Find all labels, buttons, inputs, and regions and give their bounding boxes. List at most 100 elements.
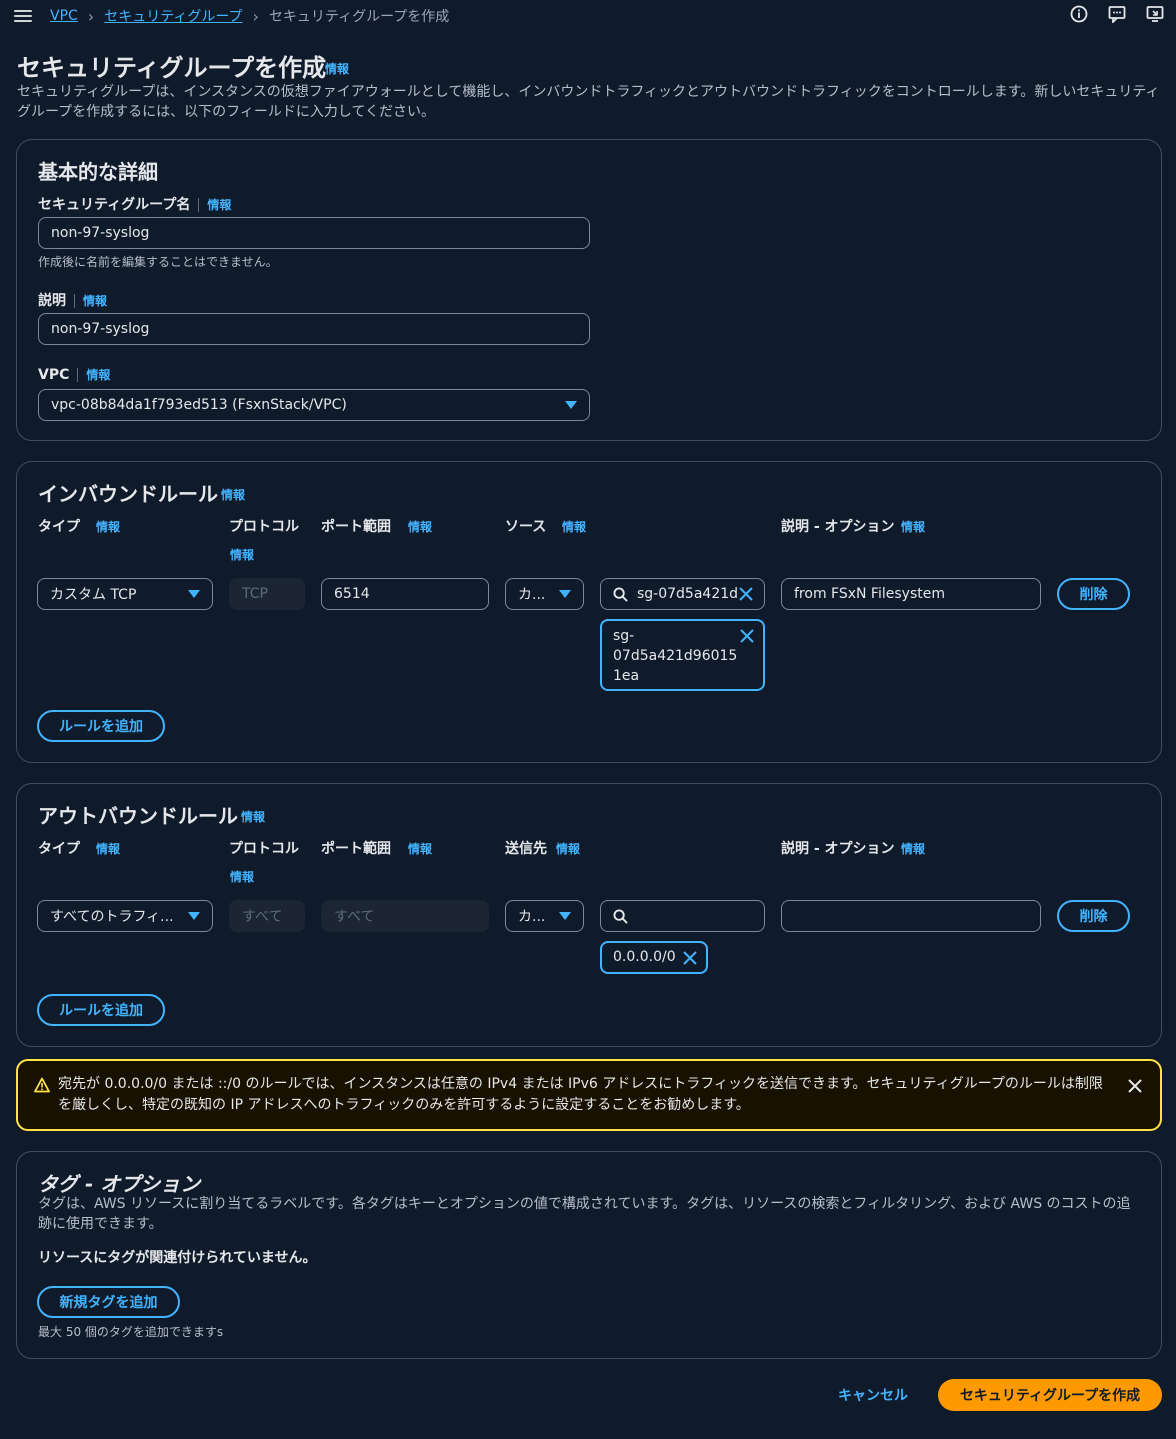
inbound-description-input[interactable]: from FSxN Filesystem bbox=[781, 578, 1041, 610]
search-icon bbox=[613, 909, 628, 924]
vpc-label: VPC 情報 bbox=[38, 366, 110, 383]
vpc-select-value: vpc-08b84da1f793ed513 (FsxnStack/VPC) bbox=[51, 397, 347, 413]
feedback-icon[interactable] bbox=[1108, 5, 1126, 23]
remove-token-icon[interactable] bbox=[740, 629, 754, 643]
description-info-link[interactable]: 情報 bbox=[83, 294, 107, 308]
search-icon bbox=[613, 587, 628, 602]
outbound-port-info-link[interactable]: 情報 bbox=[408, 840, 432, 857]
inbound-source-type-select[interactable]: カ... bbox=[505, 578, 584, 610]
inbound-col-description: 説明 - オプション bbox=[781, 519, 895, 535]
inbound-port-input[interactable]: 6514 bbox=[321, 578, 489, 610]
chevron-right-icon: › bbox=[87, 6, 95, 26]
inbound-info-link[interactable]: 情報 bbox=[221, 486, 245, 503]
outbound-title: アウトバウンドルール bbox=[38, 804, 238, 828]
outbound-dest-info-link[interactable]: 情報 bbox=[556, 840, 580, 857]
outbound-rules-panel: アウトバウンドルール 情報 タイプ 情報 プロトコル 情報 ポート範囲 情報 送… bbox=[16, 783, 1162, 1047]
outbound-col-protocol: プロトコル bbox=[229, 841, 299, 857]
inbound-type-select[interactable]: カスタム TCP bbox=[37, 578, 213, 610]
caret-down-icon bbox=[188, 590, 200, 598]
sg-name-input[interactable]: non-97-syslog bbox=[38, 217, 590, 249]
outbound-dest-type-select[interactable]: カ... bbox=[505, 900, 584, 932]
breadcrumb-security-groups[interactable]: セキュリティグループ bbox=[104, 6, 242, 26]
caret-down-icon bbox=[188, 912, 200, 920]
outbound-protocol-field: すべて bbox=[229, 900, 305, 932]
warning-alert: 宛先が 0.0.0.0/0 または ::/0 のルールでは、インスタンスは任意の… bbox=[16, 1059, 1162, 1131]
vpc-label-text: VPC bbox=[38, 367, 70, 383]
outbound-type-select[interactable]: すべてのトラフィ... bbox=[37, 900, 213, 932]
sg-name-label-text: セキュリティグループ名 bbox=[38, 197, 191, 213]
breadcrumb-vpc[interactable]: VPC bbox=[50, 8, 78, 24]
create-security-group-button[interactable]: セキュリティグループを作成 bbox=[938, 1379, 1162, 1411]
page-description: セキュリティグループは、インスタンスの仮想ファイアウォールとして機能し、インバウ… bbox=[17, 84, 1160, 120]
breadcrumb-current: セキュリティグループを作成 bbox=[268, 9, 450, 25]
tags-description: タグは、AWS リソースに割り当てるラベルです。各タグはキーとオプションの値で構… bbox=[38, 1196, 1131, 1232]
sg-name-info-link[interactable]: 情報 bbox=[207, 198, 231, 212]
outbound-dest-type-value: カ... bbox=[518, 909, 546, 925]
inbound-source-token: sg- 07d5a421d96015 1ea bbox=[600, 619, 765, 691]
page-title: セキュリティグループを作成 bbox=[17, 54, 327, 82]
outbound-delete-button[interactable]: 削除 bbox=[1057, 900, 1130, 932]
inbound-source-info-link[interactable]: 情報 bbox=[562, 518, 586, 535]
info-icon[interactable] bbox=[1070, 5, 1088, 23]
inbound-protocol-info-link[interactable]: 情報 bbox=[230, 546, 254, 563]
caret-down-icon bbox=[565, 401, 577, 409]
outbound-type-info-link[interactable]: 情報 bbox=[96, 840, 120, 857]
outbound-type-value: すべてのトラフィ... bbox=[50, 909, 174, 925]
inbound-source-search[interactable]: sg-07d5a421d bbox=[600, 578, 765, 610]
inbound-source-token-value: sg- 07d5a421d96015 1ea bbox=[613, 628, 738, 684]
remove-token-icon[interactable] bbox=[683, 951, 697, 965]
tags-title: タグ - オプション bbox=[38, 1172, 201, 1196]
caret-down-icon bbox=[559, 590, 571, 598]
outbound-dest-token-value: 0.0.0.0/0 bbox=[613, 949, 676, 965]
menu-icon[interactable] bbox=[14, 7, 32, 25]
fullscreen-icon[interactable] bbox=[1146, 5, 1164, 23]
description-label-text: 説明 bbox=[38, 293, 66, 309]
inbound-add-rule-button[interactable]: ルールを追加 bbox=[37, 710, 165, 742]
inbound-col-type: タイプ bbox=[38, 519, 80, 535]
vpc-info-link[interactable]: 情報 bbox=[86, 368, 110, 382]
clear-icon[interactable] bbox=[739, 587, 753, 601]
inbound-col-source: ソース bbox=[505, 519, 547, 535]
cancel-button[interactable]: キャンセル bbox=[838, 1385, 908, 1405]
inbound-desc-info-link[interactable]: 情報 bbox=[901, 518, 925, 535]
inbound-port-info-link[interactable]: 情報 bbox=[408, 518, 432, 535]
tags-panel: タグ - オプション タグは、AWS リソースに割り当てるラベルです。各タグはキ… bbox=[16, 1151, 1162, 1359]
inbound-source-type-value: カ... bbox=[518, 587, 546, 603]
sg-name-label: セキュリティグループ名 情報 bbox=[38, 194, 231, 214]
outbound-protocol-info-link[interactable]: 情報 bbox=[230, 868, 254, 885]
tags-limit-text: 最大 50 個のタグを追加できますs bbox=[38, 1325, 224, 1339]
description-input[interactable]: non-97-syslog bbox=[38, 313, 590, 345]
inbound-rules-panel: インバウンドルール 情報 タイプ 情報 プロトコル 情報 ポート範囲 情報 ソー… bbox=[16, 461, 1162, 763]
inbound-title: インバウンドルール bbox=[38, 482, 218, 506]
inbound-delete-button[interactable]: 削除 bbox=[1057, 578, 1130, 610]
inbound-col-port: ポート範囲 bbox=[321, 519, 391, 535]
outbound-add-rule-button[interactable]: ルールを追加 bbox=[37, 994, 165, 1026]
inbound-source-search-value: sg-07d5a421d bbox=[637, 586, 739, 602]
outbound-col-port: ポート範囲 bbox=[321, 841, 391, 857]
outbound-info-link[interactable]: 情報 bbox=[241, 808, 265, 825]
caret-down-icon bbox=[559, 912, 571, 920]
outbound-col-destination: 送信先 bbox=[505, 841, 547, 857]
outbound-desc-info-link[interactable]: 情報 bbox=[901, 840, 925, 857]
description-label: 説明 情報 bbox=[38, 290, 107, 310]
outbound-col-type: タイプ bbox=[38, 841, 80, 857]
inbound-protocol-field: TCP bbox=[229, 578, 305, 610]
add-tag-button[interactable]: 新規タグを追加 bbox=[37, 1286, 180, 1318]
sg-name-hint: 作成後に名前を編集することはできません。 bbox=[38, 255, 278, 269]
close-icon[interactable] bbox=[1128, 1079, 1142, 1093]
warning-icon bbox=[34, 1077, 50, 1093]
top-bar: VPC › セキュリティグループ › セキュリティグループを作成 bbox=[0, 0, 1176, 34]
tags-empty-text: リソースにタグが関連付けられていません。 bbox=[38, 1250, 317, 1266]
basic-details-title: 基本的な詳細 bbox=[38, 160, 158, 184]
outbound-dest-search[interactable] bbox=[600, 900, 765, 932]
breadcrumb: VPC › セキュリティグループ › セキュリティグループを作成 bbox=[50, 6, 449, 26]
outbound-description-input[interactable] bbox=[781, 900, 1041, 932]
vpc-select[interactable]: vpc-08b84da1f793ed513 (FsxnStack/VPC) bbox=[38, 389, 590, 421]
inbound-type-value: カスタム TCP bbox=[50, 587, 137, 603]
page-info-link[interactable]: 情報 bbox=[325, 60, 349, 77]
inbound-col-protocol: プロトコル bbox=[229, 519, 299, 535]
basic-details-panel: 基本的な詳細 セキュリティグループ名 情報 non-97-syslog 作成後に名… bbox=[16, 139, 1162, 441]
warning-text: 宛先が 0.0.0.0/0 または ::/0 のルールでは、インスタンスは任意の… bbox=[58, 1076, 1103, 1113]
outbound-port-field: すべて bbox=[321, 900, 489, 932]
inbound-type-info-link[interactable]: 情報 bbox=[96, 518, 120, 535]
